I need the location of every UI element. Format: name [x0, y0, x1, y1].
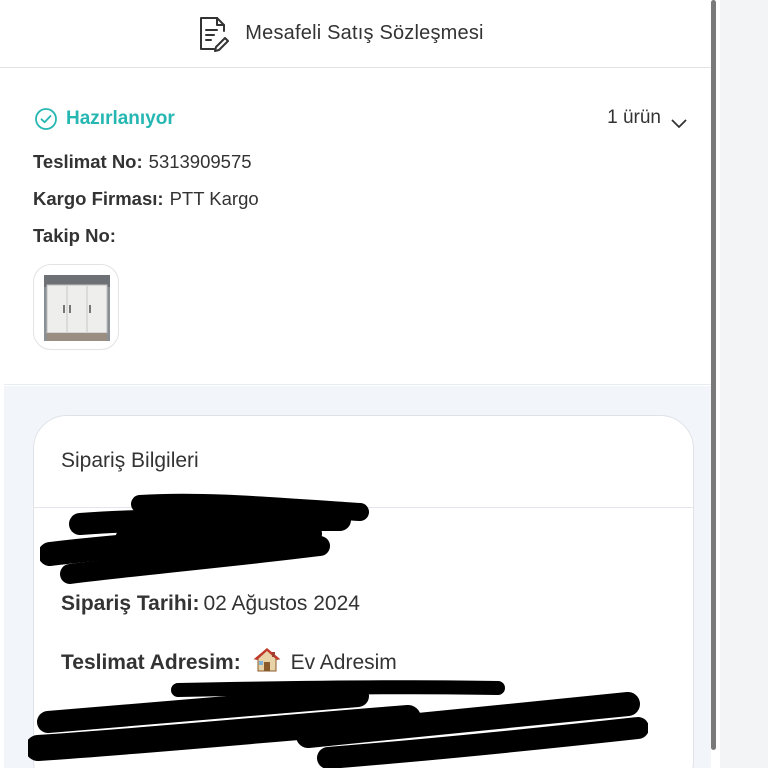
document-edit-icon: [197, 16, 230, 52]
order-date-value: 02 Ağustos 2024: [203, 592, 360, 615]
right-gutter: [720, 0, 768, 768]
order-info-card: Sipariş Bilgileri Sipariş Tarihi: 02 Ağus…: [33, 415, 694, 768]
distance-sales-contract-link[interactable]: Mesafeli Satış Sözleşmesi: [0, 0, 711, 68]
delivery-number-value: 5313909575: [148, 151, 252, 172]
order-date-row: Sipariş Tarihi: 02 Ağustos 2024: [61, 592, 360, 616]
delivery-number-row: Teslimat No: 5313909575: [33, 151, 252, 173]
house-icon: [253, 647, 281, 673]
delivery-address-row: Teslimat Adresim: Ev Adresim: [61, 647, 397, 675]
scrollbar[interactable]: [711, 0, 716, 750]
carrier-label: Kargo Firması:: [33, 188, 164, 209]
wardrobe-image: [44, 275, 110, 341]
check-circle-icon: [34, 107, 58, 131]
card-divider: [34, 507, 693, 508]
shipment-section: Hazırlanıyor 1 ürün Teslimat No: 53139095…: [4, 69, 711, 385]
item-count-label: 1 ürün: [607, 107, 661, 128]
status-text: Hazırlanıyor: [66, 108, 175, 129]
order-info-title: Sipariş Bilgileri: [61, 449, 199, 472]
delivery-number-label: Teslimat No:: [33, 151, 143, 172]
item-count-toggle[interactable]: 1 ürün: [607, 107, 687, 129]
delivery-address-label: Teslimat Adresim:: [61, 651, 241, 674]
carrier-row: Kargo Firması: PTT Kargo: [33, 188, 259, 210]
shipment-status: Hazırlanıyor: [34, 107, 175, 131]
order-date-label: Sipariş Tarihi:: [61, 592, 200, 615]
tracking-row: Takip No:: [33, 225, 122, 247]
chevron-down-icon: [671, 113, 687, 128]
product-thumbnail[interactable]: [33, 264, 119, 350]
tracking-label: Takip No:: [33, 225, 116, 246]
carrier-value: PTT Kargo: [169, 188, 259, 209]
page: Mesafeli Satış Sözleşmesi Hazırlanıyor 1…: [0, 0, 720, 768]
delivery-address-value: Ev Adresim: [290, 651, 397, 674]
contract-label: Mesafeli Satış Sözleşmesi: [245, 22, 484, 44]
